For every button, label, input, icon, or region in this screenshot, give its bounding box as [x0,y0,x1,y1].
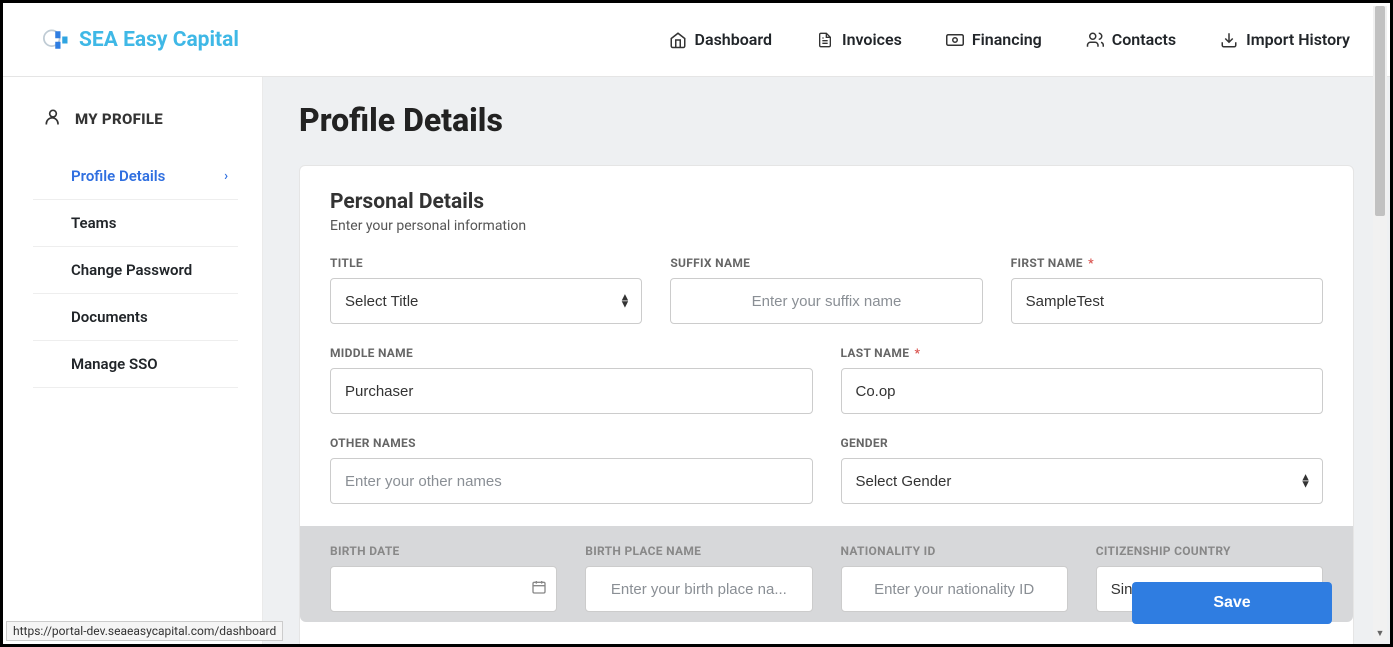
label-middle-name: MIDDLE NAME [330,346,813,360]
other-names-input[interactable] [330,458,813,504]
sidebar-item-manage-sso[interactable]: Manage SSO [33,341,238,388]
birth-place-input[interactable] [585,566,812,612]
field-other-names: OTHER NAMES [330,436,813,504]
status-bar-url: https://portal-dev.seaeasycapital.com/da… [6,621,283,641]
vertical-scrollbar[interactable]: ▼ [1373,6,1387,641]
brand-logo[interactable]: SEA Easy Capital [43,26,239,54]
user-icon [43,107,63,131]
sidebar-item-teams[interactable]: Teams [33,200,238,247]
first-name-input[interactable] [1011,278,1323,324]
nav-import-history[interactable]: Import History [1220,30,1350,49]
title-select[interactable] [330,278,642,324]
label-last-name: LAST NAME * [841,346,1324,360]
middle-name-input[interactable] [330,368,813,414]
save-button[interactable]: Save [1132,582,1332,624]
nav-label: Contacts [1112,30,1176,49]
page-title: Profile Details [299,101,1354,139]
field-gender: GENDER ▲▼ [841,436,1324,504]
nav-label: Invoices [842,30,902,49]
nav-dashboard[interactable]: Dashboard [669,30,772,49]
financing-icon [946,31,964,49]
invoice-icon [816,31,834,49]
sidebar-list: Profile Details › Teams Change Password … [3,153,262,388]
nav-label: Dashboard [695,30,772,49]
sidebar-item-profile-details[interactable]: Profile Details › [33,153,238,200]
sidebar-item-label: Teams [71,214,116,232]
field-birth-place: BIRTH PLACE NAME [585,544,812,612]
content-area: Profile Details Personal Details Enter y… [263,77,1390,644]
birth-date-input[interactable] [330,566,557,612]
sidebar-item-change-password[interactable]: Change Password [33,247,238,294]
chevron-right-icon: › [224,169,228,184]
nav-label: Financing [972,30,1042,49]
sidebar-item-label: Documents [71,308,148,326]
main-layout: MY PROFILE Profile Details › Teams Chang… [3,77,1390,644]
last-name-input[interactable] [841,368,1324,414]
label-nationality: NATIONALITY ID [841,544,1068,558]
label-first-name: FIRST NAME * [1011,256,1323,270]
label-birth-place: BIRTH PLACE NAME [585,544,812,558]
scrollbar-thumb[interactable] [1375,6,1385,216]
label-birth-date: BIRTH DATE [330,544,557,558]
brand-name: SEA Easy Capital [79,28,239,52]
label-title: TITLE [330,256,642,270]
personal-details-card: Personal Details Enter your personal inf… [299,165,1354,644]
form-row-1: TITLE ▲▼ SUFFIX NAME FIRST NAME * [330,256,1323,324]
sidebar: MY PROFILE Profile Details › Teams Chang… [3,77,263,644]
section-subtitle: Enter your personal information [330,218,1323,234]
field-last-name: LAST NAME * [841,346,1324,414]
sidebar-item-documents[interactable]: Documents [33,294,238,341]
field-first-name: FIRST NAME * [1011,256,1323,324]
top-header: SEA Easy Capital Dashboard Invoices Fina… [3,3,1390,77]
scrollbar-down-arrow[interactable]: ▼ [1373,627,1387,641]
nav-invoices[interactable]: Invoices [816,30,902,49]
field-suffix: SUFFIX NAME [670,256,982,324]
field-middle-name: MIDDLE NAME [330,346,813,414]
label-citizenship: CITIZENSHIP COUNTRY [1096,544,1323,558]
section-title: Personal Details [330,190,1323,214]
logo-icon [43,26,71,54]
label-suffix: SUFFIX NAME [670,256,982,270]
nav-financing[interactable]: Financing [946,30,1042,49]
label-gender: GENDER [841,436,1324,450]
nationality-input[interactable] [841,566,1068,612]
field-nationality: NATIONALITY ID [841,544,1068,612]
sidebar-header: MY PROFILE [3,107,262,153]
field-birth-date: BIRTH DATE [330,544,557,612]
suffix-input[interactable] [670,278,982,324]
form-row-2: MIDDLE NAME LAST NAME * [330,346,1323,414]
home-icon [669,31,687,49]
import-icon [1220,31,1238,49]
top-nav: Dashboard Invoices Financing Contacts Im… [669,30,1350,49]
sidebar-item-label: Manage SSO [71,355,158,373]
label-other-names: OTHER NAMES [330,436,813,450]
field-title: TITLE ▲▼ [330,256,642,324]
sidebar-title: MY PROFILE [75,110,163,128]
sidebar-item-label: Profile Details [71,167,165,185]
gender-select[interactable] [841,458,1324,504]
nav-label: Import History [1246,30,1350,49]
form-row-3: OTHER NAMES GENDER ▲▼ [330,436,1323,504]
nav-contacts[interactable]: Contacts [1086,30,1176,49]
contacts-icon [1086,31,1104,49]
sidebar-item-label: Change Password [71,261,192,279]
